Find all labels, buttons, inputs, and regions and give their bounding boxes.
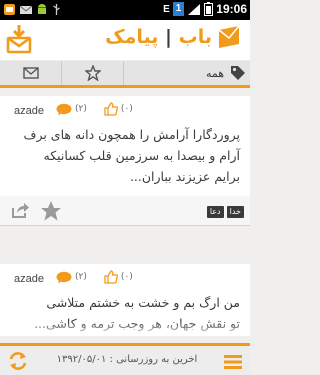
category-label: همه [205,66,224,80]
app-screen: E 1 19:06 باب | پیامک همه azade (۲) (۰) … [0,0,250,375]
like-icon[interactable] [104,102,118,116]
message-card[interactable]: azade (۲) (۰) پروردگارا آرامش را همچون د… [0,96,250,196]
android-icon [38,4,46,14]
message-line: برایم عزیزند بباران... [129,169,240,184]
logo-text: باب | پیامک [105,26,212,48]
comment-icon[interactable] [56,103,72,116]
battery-icon [204,2,214,16]
envelope-notification-icon [19,5,33,14]
compose-mail-icon [6,25,32,54]
network-type: E [163,3,170,15]
status-notifications [3,3,62,16]
status-bar: E 1 19:06 [0,0,250,20]
comment-icon[interactable] [56,271,72,284]
compose-button[interactable] [6,24,32,58]
message-stats: (۲) (۰) [56,102,133,116]
message-tags: دعا خدا [206,206,244,218]
mail-icon [22,67,39,79]
refresh-icon[interactable] [7,351,29,371]
logo-name: پیامک [105,26,159,48]
message-stats: (۲) (۰) [56,270,133,284]
category-selector[interactable]: همه [124,61,250,85]
bottom-bar: اخرین به روزرسانی : ۱۳۹۲/۰۵/۰۱ [0,343,250,375]
message-meta: azade (۲) (۰) [0,96,250,120]
favorite-star-icon[interactable] [40,200,62,222]
logo-suffix: باب [178,26,212,48]
app-header: باب | پیامک [0,20,250,60]
tag-chip[interactable]: خدا [226,206,244,218]
signal-icon [188,3,201,15]
like-icon[interactable] [104,270,118,284]
notification-badge: 1 [172,2,185,16]
star-outline-icon [84,65,101,81]
tag-icon [231,66,245,80]
scroll-fade [0,322,250,336]
share-icon[interactable] [10,200,30,220]
app-logo: باب | پیامک [105,24,242,50]
last-update-text: اخرین به روزرسانی : ۱۳۹۲/۰۵/۰۱ [56,354,198,365]
message-line: آرام و بیصدا به سرزمین قلب کسانیکه [43,148,240,163]
like-count: (۰) [120,272,133,282]
inbox-button[interactable] [0,61,62,85]
app-notification-icon [4,4,15,15]
message-text: پروردگارا آرامش را همچون دانه های برف آر… [12,124,240,187]
message-line: من ارگ بم و خشت به خشتم متلاشی [46,295,240,310]
favorites-button[interactable] [62,61,124,85]
clock: 19:06 [216,2,247,16]
usb-icon [53,4,60,15]
status-indicators: E 1 19:06 [163,2,247,16]
message-card[interactable]: azade (۲) (۰) من ارگ بم و خشت به خشتم مت… [0,264,250,336]
tag-chip[interactable]: دعا [206,206,224,218]
comment-count: (۲) [75,272,87,282]
author-name: azade [14,105,44,117]
message-meta: azade (۲) (۰) [0,264,250,288]
author-name: azade [14,273,44,285]
logo-separator: | [165,26,172,48]
like-count: (۰) [120,104,133,114]
menu-icon[interactable] [224,355,242,369]
envelope-logo-icon [218,25,240,48]
message-line: پروردگارا آرامش را همچون دانه های برف [23,127,240,142]
comment-count: (۲) [75,104,87,114]
filter-toolbar: همه [0,61,250,88]
message-actions: دعا خدا [0,196,250,226]
